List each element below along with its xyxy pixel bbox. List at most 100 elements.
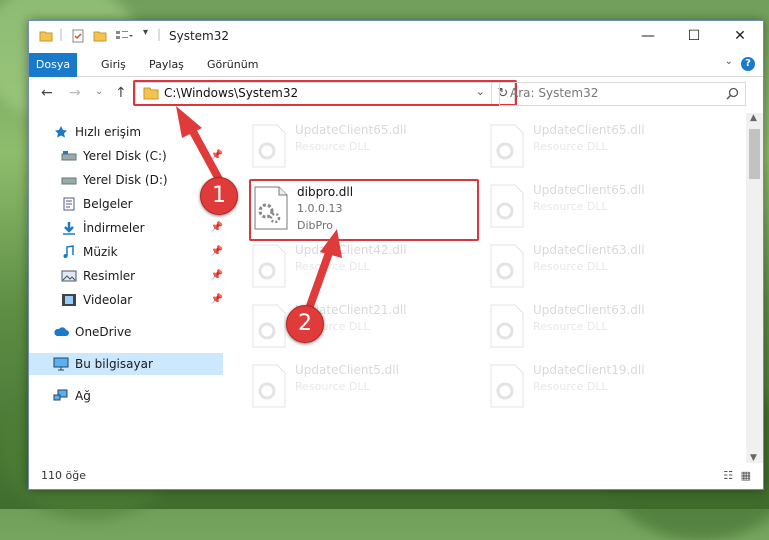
sidebar-item-label: Videolar (83, 293, 133, 307)
cloud-icon (54, 327, 69, 336)
sidebar-item-local-disk-d[interactable]: Yerel Disk (D:) (29, 169, 223, 191)
sidebar-item-network[interactable]: Ağ (29, 385, 223, 407)
scroll-down-icon[interactable]: ▼ (750, 453, 757, 463)
back-arrow-icon[interactable]: ← (41, 85, 53, 101)
navigation-bar: ← → ⌄ ↑ C:\Windows\System32 ⌄ ↻ Ara: Sys… (29, 77, 763, 111)
view-toggle-group: ☷ ▦ (723, 469, 751, 482)
download-icon (63, 222, 75, 235)
file-description: Resource DLL (533, 140, 608, 153)
help-button[interactable]: ? (741, 57, 755, 71)
dll-file-icon (490, 184, 524, 228)
list-item[interactable]: UpdateClient5.dll Resource DLL (249, 361, 459, 413)
sidebar-item-label: Ağ (75, 389, 91, 403)
list-item[interactable]: UpdateClient19.dll Resource DLL (487, 361, 697, 413)
file-description: Resource DLL (533, 380, 608, 393)
dll-file-icon (490, 304, 524, 348)
network-icon (53, 389, 68, 401)
dll-file-icon (490, 124, 524, 168)
details-view-icon[interactable]: ☷ (723, 469, 733, 482)
pin-icon[interactable]: 📌 (211, 241, 223, 263)
tab-home[interactable]: Giriş (91, 53, 136, 76)
file-highlight-box (249, 179, 479, 241)
explorer-window: | ▾ | System32 — ☐ ✕ Dosya Giriş Paylaş … (28, 20, 764, 490)
search-input[interactable]: Ara: System32 (499, 82, 746, 106)
close-button[interactable]: ✕ (717, 21, 763, 51)
view-options-icon[interactable] (115, 29, 133, 43)
search-placeholder: Ara: System32 (510, 86, 599, 100)
sidebar-item-downloads[interactable]: İndirmeler 📌 (29, 217, 223, 239)
window-title: System32 (169, 29, 230, 43)
properties-icon[interactable] (71, 29, 85, 43)
scrollbar-thumb[interactable] (749, 129, 760, 179)
pin-icon[interactable]: 📌 (211, 289, 223, 311)
navigation-pane: Hızlı erişim Yerel Disk (C:) 📌 Yerel Dis… (29, 113, 225, 453)
sidebar-item-label: Resimler (83, 269, 136, 283)
sidebar-item-onedrive[interactable]: OneDrive (29, 321, 223, 343)
file-name: UpdateClient63.dll (533, 303, 645, 317)
sidebar-item-documents[interactable]: Belgeler 📌 (29, 193, 223, 215)
videos-icon (62, 294, 76, 306)
file-description: Resource DLL (295, 260, 370, 273)
file-name: UpdateClient5.dll (295, 363, 399, 377)
sidebar-item-label: Yerel Disk (C:) (83, 149, 167, 163)
dll-file-icon (490, 244, 524, 288)
pin-icon[interactable]: 📌 (211, 265, 223, 287)
file-description: Resource DLL (295, 380, 370, 393)
computer-icon (53, 357, 69, 371)
customize-toolbar-chevron-icon[interactable]: ▾ (143, 27, 148, 38)
up-arrow-icon[interactable]: ↑ (115, 85, 127, 101)
dll-file-icon (252, 304, 286, 348)
recent-locations-chevron-icon[interactable]: ⌄ (95, 86, 103, 97)
scroll-up-icon[interactable]: ▲ (750, 113, 757, 123)
ribbon-tabs: Dosya Giriş Paylaş Görünüm ⌄ ? (29, 53, 763, 105)
sidebar-item-label: Bu bilgisayar (75, 357, 153, 371)
dll-file-icon (252, 364, 286, 408)
file-name: UpdateClient65.dll (533, 183, 645, 197)
drive-icon (61, 177, 77, 185)
list-item[interactable]: UpdateClient63.dll Resource DLL (487, 301, 697, 353)
file-description: Resource DLL (533, 200, 608, 213)
minimize-button[interactable]: — (625, 21, 671, 51)
status-item-count: 110 öğe (41, 469, 86, 482)
star-icon (55, 126, 67, 138)
sidebar-item-videos[interactable]: Videolar 📌 (29, 289, 223, 311)
pin-icon[interactable]: 📌 (211, 145, 223, 167)
list-item[interactable]: UpdateClient21.dll Resource DLL (249, 301, 459, 353)
sidebar-item-this-pc[interactable]: Bu bilgisayar (29, 353, 223, 375)
vertical-scrollbar[interactable]: ▲ ▼ (746, 113, 763, 463)
large-icons-view-icon[interactable]: ▦ (741, 469, 751, 482)
title-bar: | ▾ | System32 — ☐ ✕ (29, 21, 763, 53)
dll-file-icon (490, 364, 524, 408)
sidebar-item-label: Hızlı erişim (75, 125, 142, 139)
sidebar-item-label: Yerel Disk (D:) (83, 173, 168, 187)
sidebar-item-label: Müzik (83, 245, 118, 259)
list-item[interactable]: UpdateClient65.dll Resource DLL (487, 181, 697, 233)
drive-icon (61, 151, 77, 161)
list-item[interactable]: UpdateClient42.dll Resource DLL (249, 241, 459, 293)
sidebar-item-label: OneDrive (75, 325, 132, 339)
sidebar-item-quick-access[interactable]: Hızlı erişim (29, 121, 223, 143)
sidebar-item-label: İndirmeler (83, 221, 145, 235)
file-description: Resource DLL (295, 140, 370, 153)
folder-icon[interactable] (39, 29, 53, 43)
maximize-button[interactable]: ☐ (671, 21, 717, 51)
file-name: UpdateClient65.dll (533, 123, 645, 137)
new-folder-icon[interactable] (93, 29, 107, 43)
address-highlight-box (133, 80, 517, 106)
sidebar-item-pictures[interactable]: Resimler 📌 (29, 265, 223, 287)
documents-icon (63, 197, 75, 211)
list-item[interactable]: UpdateClient65.dll Resource DLL (249, 121, 459, 173)
sidebar-item-local-disk-c[interactable]: Yerel Disk (C:) 📌 (29, 145, 223, 167)
expand-ribbon-chevron-icon[interactable]: ⌄ (725, 56, 733, 67)
list-item[interactable]: UpdateClient65.dll Resource DLL (487, 121, 697, 173)
tab-share[interactable]: Paylaş (139, 53, 194, 76)
callout-badge-1: 1 (200, 177, 238, 215)
pin-icon[interactable]: 📌 (211, 217, 223, 239)
sidebar-item-music[interactable]: Müzik 📌 (29, 241, 223, 263)
tab-view[interactable]: Görünüm (197, 53, 268, 76)
list-item[interactable]: UpdateClient63.dll Resource DLL (487, 241, 697, 293)
file-description: Resource DLL (533, 260, 608, 273)
search-icon (726, 87, 739, 100)
forward-arrow-icon[interactable]: → (69, 85, 81, 101)
callout-badge-2: 2 (286, 305, 324, 343)
